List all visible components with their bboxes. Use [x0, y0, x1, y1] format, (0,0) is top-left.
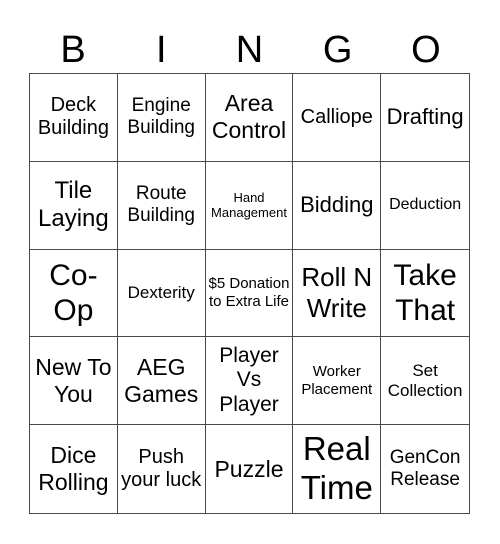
bingo-grid: Deck Building Engine Building Area Contr…: [29, 73, 470, 514]
bingo-cell[interactable]: Drafting: [381, 74, 469, 162]
bingo-cell[interactable]: Engine Building: [117, 74, 206, 162]
header-letter-n: N: [235, 29, 264, 71]
bingo-cell[interactable]: $5 Donation to Extra Life: [205, 249, 294, 338]
header-letter-i: I: [156, 29, 167, 71]
header-letter-g: G: [322, 29, 353, 71]
bingo-cell[interactable]: Bidding: [293, 161, 382, 250]
bingo-cell[interactable]: Dexterity: [117, 249, 206, 338]
bingo-cell[interactable]: Calliope: [293, 74, 382, 162]
bingo-cell[interactable]: Take That: [381, 250, 469, 338]
bingo-cell[interactable]: Puzzle: [206, 425, 294, 513]
bingo-cell[interactable]: Dice Rolling: [30, 425, 118, 513]
bingo-cell[interactable]: Worker Placement: [293, 337, 382, 426]
bingo-cell[interactable]: Player Vs Player: [205, 337, 294, 426]
header-letter-o: O: [411, 29, 441, 71]
bingo-cell[interactable]: New To You: [30, 337, 118, 426]
bingo-cell[interactable]: Hand Management: [205, 161, 294, 250]
bingo-cell[interactable]: Route Building: [117, 161, 206, 250]
bingo-cell[interactable]: Tile Laying: [30, 161, 118, 250]
bingo-cell[interactable]: Real Time: [293, 425, 382, 513]
bingo-cell[interactable]: Roll N Write: [293, 249, 382, 338]
bingo-cell[interactable]: Deck Building: [30, 74, 118, 162]
bingo-header: B I N G O: [29, 28, 470, 72]
bingo-cell[interactable]: Push your luck: [118, 425, 206, 513]
bingo-cell[interactable]: GenCon Release: [381, 425, 469, 513]
bingo-cell[interactable]: AEG Games: [117, 337, 206, 426]
header-letter-b: B: [60, 29, 86, 71]
bingo-cell[interactable]: Set Collection: [381, 337, 469, 426]
bingo-cell[interactable]: Deduction: [381, 162, 469, 250]
bingo-cell[interactable]: Area Control: [205, 74, 294, 162]
bingo-cell[interactable]: Co-Op: [30, 249, 118, 338]
